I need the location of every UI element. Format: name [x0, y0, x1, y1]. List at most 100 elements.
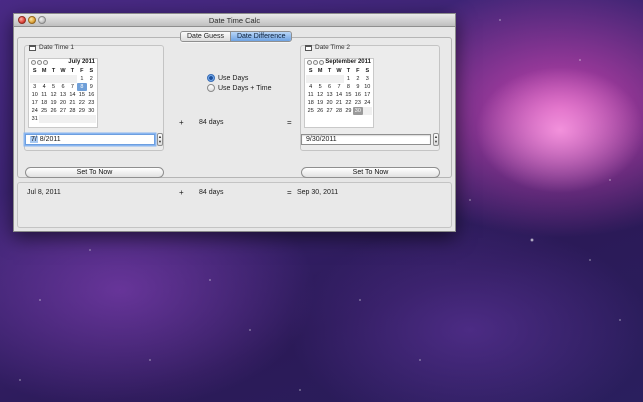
prev-month-button[interactable]	[307, 60, 312, 65]
calendar-day[interactable]: 28	[68, 107, 77, 115]
next-month-button[interactable]	[319, 60, 324, 65]
calendar-day[interactable]: 23	[87, 99, 96, 107]
set-to-now-button-right[interactable]: Set To Now	[301, 167, 440, 178]
calendar-left[interactable]: July 2011 S M T W T F S 1 2 3 4 5 6 7 8 9 10 11 12 13 14 15 16…	[28, 58, 98, 128]
calendar-day[interactable]: 9	[87, 83, 96, 91]
calendar-day[interactable]: 15	[344, 91, 353, 99]
use-days-radio[interactable]	[207, 74, 215, 82]
calendar-day[interactable]: 27	[58, 107, 67, 115]
use-days-time-radio[interactable]	[207, 84, 215, 92]
calendar-day[interactable]: 16	[87, 91, 96, 99]
calendar-empty-cell	[86, 115, 96, 123]
calendar-day[interactable]: 28	[334, 107, 343, 115]
today-button[interactable]	[313, 60, 318, 65]
calendar-day[interactable]: 5	[49, 83, 58, 91]
calendar-day[interactable]: 6	[58, 83, 67, 91]
calendar-empty-cell	[58, 115, 68, 123]
calendar-day[interactable]: 17	[363, 91, 372, 99]
date-rest[interactable]: 8/2011	[38, 136, 61, 143]
calendar-day[interactable]: 26	[315, 107, 324, 115]
calendar-day[interactable]: 22	[77, 99, 86, 107]
calendar-day[interactable]: 31	[30, 115, 39, 123]
calendar-nav	[307, 60, 324, 65]
date-time-1-group: Date Time 1 July 2011 S M T W T F S 1 2 3 4 5 6 7 8 9 10…	[24, 44, 164, 178]
date-time-1-stepper[interactable]: ▲ ▼	[157, 133, 163, 146]
calendar-day[interactable]: 22	[344, 99, 353, 107]
calendar-day[interactable]: 25	[306, 107, 315, 115]
calendar-day[interactable]: 26	[49, 107, 58, 115]
tab-date-difference[interactable]: Date Difference	[229, 32, 292, 41]
calendar-day[interactable]: 7	[68, 83, 77, 91]
calendar-day[interactable]: 24	[363, 99, 372, 107]
calendar-day[interactable]: 15	[77, 91, 86, 99]
calendar-day[interactable]: 10	[30, 91, 39, 99]
calendar-day[interactable]: 27	[325, 107, 334, 115]
calendar-day[interactable]: 23	[353, 99, 362, 107]
date-time-1-field[interactable]: 7/ 8/2011	[25, 134, 155, 145]
calendar-day[interactable]: 24	[30, 107, 39, 115]
calendar-day[interactable]: 18	[39, 99, 48, 107]
calendar-day[interactable]: 11	[306, 91, 315, 99]
result-plus-sign: +	[179, 188, 184, 197]
today-button[interactable]	[37, 60, 42, 65]
calendar-day[interactable]: 17	[30, 99, 39, 107]
calendar-day[interactable]: 8	[344, 83, 353, 91]
set-to-now-button-left[interactable]: Set To Now	[25, 167, 164, 178]
calendar-day[interactable]: 19	[49, 99, 58, 107]
calendar-day[interactable]: 18	[306, 99, 315, 107]
calendar-day[interactable]: 12	[49, 91, 58, 99]
calendar-day[interactable]: 14	[68, 91, 77, 99]
calendar-day[interactable]: 11	[39, 91, 48, 99]
calendar-day[interactable]: 19	[315, 99, 324, 107]
date-time-2-field[interactable]: 9/30/2011	[301, 134, 431, 145]
calendar-day[interactable]: 13	[58, 91, 67, 99]
calendar-day[interactable]: 1	[344, 75, 353, 83]
use-days-option[interactable]: Use Days	[207, 74, 248, 82]
weekday-header: S	[89, 68, 94, 74]
weekday-header: W	[336, 68, 342, 74]
calendar-day[interactable]: 20	[325, 99, 334, 107]
calendar-day[interactable]: 2	[87, 75, 96, 83]
calendar-right[interactable]: September 2011 S M T W T F S 1 2 3 4 5 6 7 8 9 10 11 12 13 1…	[304, 58, 374, 128]
calendar-day[interactable]: 12	[315, 91, 324, 99]
calendar-day[interactable]: 29	[344, 107, 353, 115]
date-time-2-stepper[interactable]: ▲ ▼	[433, 133, 439, 146]
prev-month-button[interactable]	[31, 60, 36, 65]
calendar-day[interactable]: 16	[353, 91, 362, 99]
calendar-day[interactable]: 2	[353, 75, 362, 83]
calendar-empty-cell	[334, 75, 344, 83]
calendar-day[interactable]: 25	[39, 107, 48, 115]
calendar-day[interactable]: 30	[87, 107, 96, 115]
calendar-day[interactable]: 7	[334, 83, 343, 91]
result-summary: Jul 8, 2011 + 84 days = Sep 30, 2011	[17, 182, 452, 228]
use-days-time-option[interactable]: Use Days + Time	[207, 84, 272, 92]
calendar-day[interactable]: 21	[334, 99, 343, 107]
tab-date-guess[interactable]: Date Guess	[181, 32, 230, 41]
result-equals-sign: =	[287, 188, 292, 197]
calendar-day[interactable]: 14	[334, 91, 343, 99]
calendar-empty-cell	[30, 75, 40, 83]
calendar-day[interactable]: 10	[363, 83, 372, 91]
calendar-day[interactable]: 8	[77, 83, 87, 91]
calendar-day[interactable]: 13	[325, 91, 334, 99]
weekday-header: M	[317, 68, 323, 74]
calendar-day[interactable]: 1	[77, 75, 86, 83]
date-time-2-title: Date Time 2	[315, 44, 351, 51]
calendar-day[interactable]: 9	[353, 83, 362, 91]
tab-bar: Date Guess Date Difference	[180, 31, 293, 42]
equals-sign: =	[287, 118, 292, 127]
title-bar[interactable]: Date Time Calc	[14, 14, 455, 27]
calendar-day[interactable]: 5	[315, 83, 324, 91]
calendar-day[interactable]: 30	[353, 107, 363, 115]
calendar-day[interactable]: 4	[39, 83, 48, 91]
calendar-day[interactable]: 3	[363, 75, 372, 83]
calendar-day[interactable]: 21	[68, 99, 77, 107]
calendar-day[interactable]: 20	[58, 99, 67, 107]
calendar-day[interactable]: 4	[306, 83, 315, 91]
next-month-button[interactable]	[43, 60, 48, 65]
calendar-day[interactable]: 3	[30, 83, 39, 91]
calendar-day[interactable]: 29	[77, 107, 86, 115]
weekday-header: W	[60, 68, 66, 74]
calendar-day[interactable]: 6	[325, 83, 334, 91]
month-segment[interactable]: 7/	[30, 136, 38, 143]
